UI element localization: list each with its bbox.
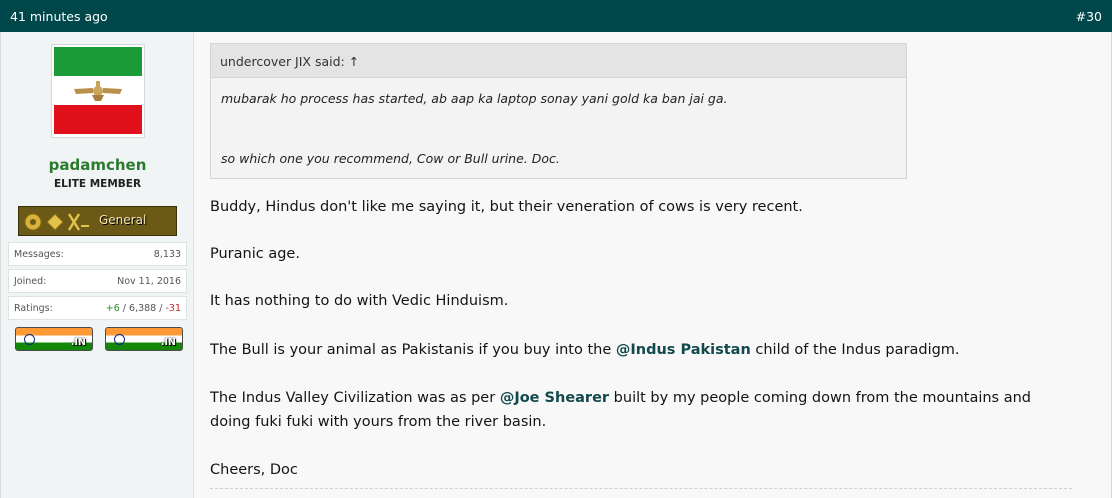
- post-paragraph: doing fuki fuki with yours from the rive…: [210, 414, 547, 430]
- stat-value: +6 / 6,388 / -31: [106, 303, 181, 314]
- user-title: ELITE MEMBER: [53, 178, 142, 190]
- stat-joined: Joined: Nov 11, 2016: [8, 269, 187, 293]
- stat-label: Messages:: [14, 249, 64, 260]
- stat-messages: Messages: 8,133: [8, 242, 187, 266]
- text-run: built by my people coming down from the …: [609, 390, 1032, 406]
- post-paragraph: The Indus Valley Civilization was as per…: [210, 390, 1031, 406]
- post-timestamp[interactable]: 41 minutes ago: [10, 9, 108, 24]
- country-flag-badge[interactable]: .IN: [105, 327, 183, 351]
- faravahar-icon: [74, 80, 122, 101]
- user-info-column: padamchen ELITE MEMBER General Messages:…: [1, 32, 194, 498]
- stat-label: Ratings:: [14, 303, 53, 314]
- rank-banner: General: [18, 206, 177, 236]
- text-run: The Bull is your animal as Pakistanis if…: [210, 342, 616, 358]
- quote-line: so which one you recommend, Cow or Bull …: [221, 151, 560, 166]
- user-mention-link[interactable]: @Joe Shearer: [500, 390, 609, 406]
- post-paragraph: The Bull is your animal as Pakistanis if…: [210, 342, 960, 358]
- country-flag-badge[interactable]: .IN: [15, 327, 93, 351]
- stat-value: 8,133: [153, 249, 181, 260]
- rating-separator: /: [119, 303, 130, 314]
- post-paragraph: Buddy, Hindus don't like me saying it, b…: [210, 199, 803, 215]
- post-number[interactable]: #30: [1076, 9, 1102, 24]
- flag-tld: .IN: [70, 337, 86, 348]
- quote-line: mubarak ho process has started, ab aap k…: [221, 91, 728, 106]
- rank-insignia-icon: [24, 213, 89, 231]
- post-paragraph: It has nothing to do with Vedic Hinduism…: [210, 293, 509, 309]
- rating-neutral: 6,388: [129, 303, 157, 314]
- post-body: padamchen ELITE MEMBER General Messages:…: [0, 32, 1112, 498]
- post-divider: [210, 488, 1072, 489]
- post-paragraph: Puranic age.: [210, 246, 300, 262]
- stat-ratings: Ratings: +6 / 6,388 / -31: [8, 296, 187, 320]
- text-run: The Indus Valley Civilization was as per: [210, 390, 500, 406]
- rating-positive: +6: [105, 303, 120, 314]
- chakra-icon: [114, 334, 125, 345]
- quote-attribution[interactable]: undercover JIX said: ↑: [211, 44, 906, 78]
- chakra-icon: [24, 334, 35, 345]
- post-header: 41 minutes ago #30: [0, 0, 1112, 32]
- quote-block: undercover JIX said: ↑ mubarak ho proces…: [210, 43, 907, 179]
- avatar[interactable]: [51, 44, 145, 138]
- text-run: child of the Indus paradigm.: [750, 342, 960, 358]
- post-signoff: Cheers, Doc: [210, 462, 298, 478]
- stat-label: Joined:: [14, 276, 47, 287]
- rank-label: General: [99, 213, 147, 227]
- stat-value: Nov 11, 2016: [117, 276, 181, 287]
- rating-negative: -31: [165, 303, 181, 314]
- username[interactable]: padamchen: [1, 156, 194, 174]
- post-content: undercover JIX said: ↑ mubarak ho proces…: [210, 32, 1090, 498]
- user-mention-link[interactable]: @Indus Pakistan: [616, 342, 751, 358]
- flag-tld: .IN: [160, 337, 176, 348]
